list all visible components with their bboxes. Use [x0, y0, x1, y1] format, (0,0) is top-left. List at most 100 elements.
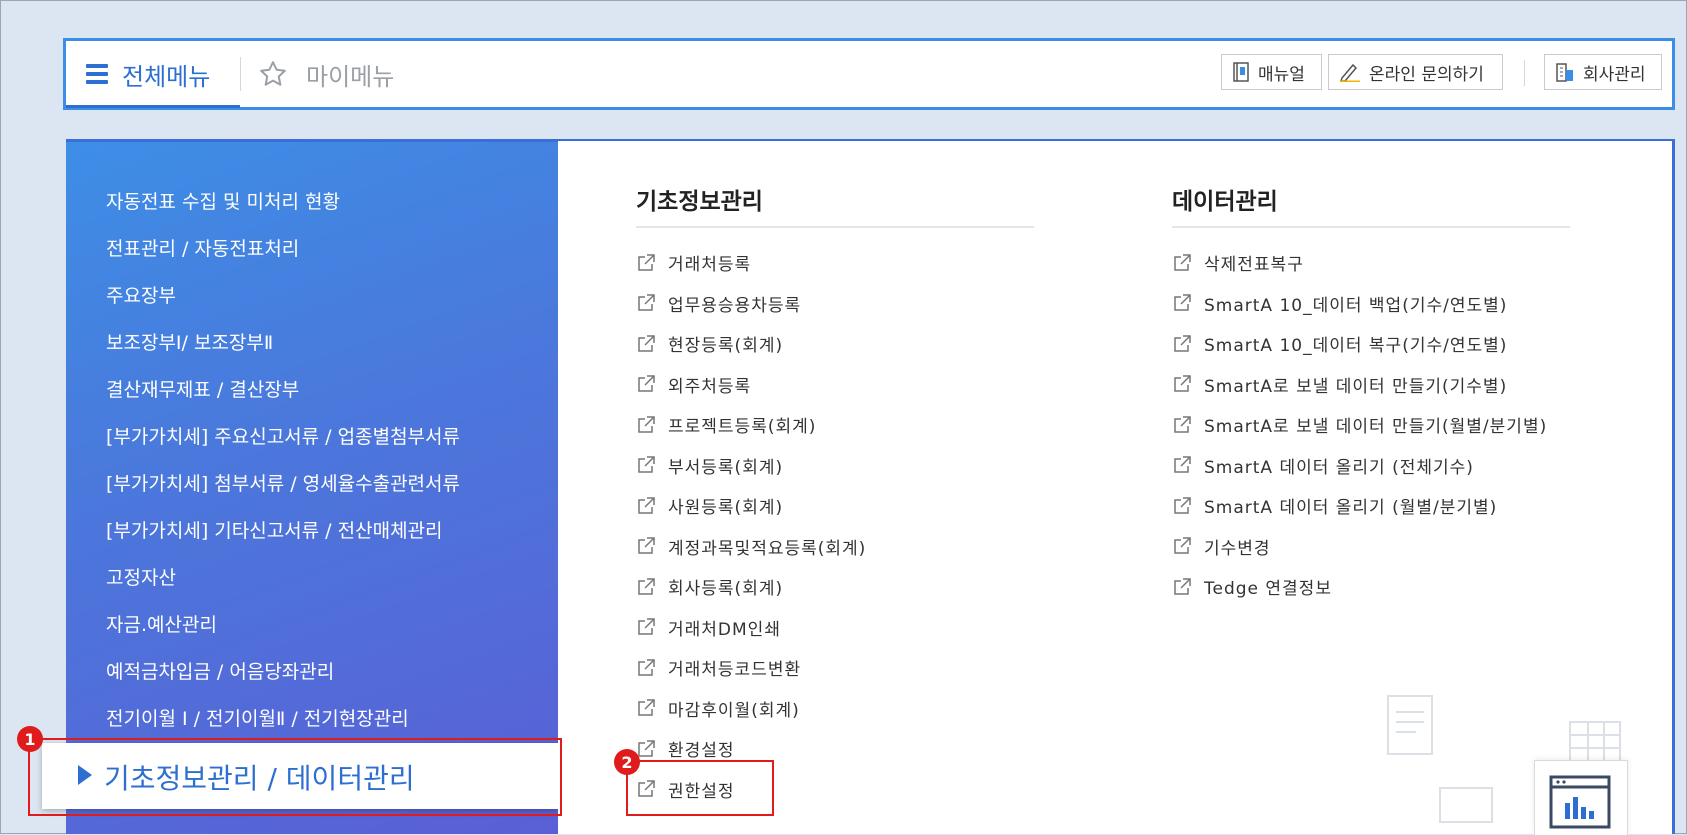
external-link-icon: [1174, 375, 1191, 392]
submenu-link-label: SmartA 데이터 올리기 (전체기수): [1204, 457, 1474, 478]
submenu-link[interactable]: 프로젝트등록(회계): [636, 412, 816, 437]
submenu-link-label: 마감후이월(회계): [668, 700, 800, 721]
submenu-link-label: 삭제전표복구: [1204, 255, 1304, 275]
left-menu-item[interactable]: 자동전표 수집 및 미처리 현황: [106, 187, 340, 214]
external-link-icon: [638, 456, 655, 473]
column-title-data-management: 데이터관리: [1172, 189, 1278, 215]
column-divider: [636, 226, 1034, 228]
left-menu-item[interactable]: 고정자산: [106, 563, 176, 590]
left-menu-item[interactable]: 결산재무제표 / 결산장부: [106, 375, 299, 402]
submenu-link[interactable]: 업무용승용차등록: [636, 291, 801, 316]
submenu-link-label: 업무용승용차등록: [668, 295, 802, 316]
submenu-link-label: 사원등록(회계): [668, 498, 784, 518]
step-badge-2: 2: [614, 749, 640, 775]
submenu-link-label: 외주처등록: [668, 376, 752, 397]
submenu-link[interactable]: 계정과목및적요등록(회계): [636, 534, 866, 559]
external-link-icon: [638, 415, 655, 433]
tab-my-menu-label: 마이메뉴: [306, 62, 395, 91]
column-divider: [1172, 226, 1570, 228]
submenu-link-label: Tedge 연결정보: [1204, 579, 1332, 599]
submenu-panel: [558, 141, 1675, 834]
submenu-link[interactable]: SmartA 10_데이터 복구(기수/연도별): [1172, 331, 1507, 356]
submenu-link-label: 기수변경: [1204, 538, 1271, 559]
building-icon: [1556, 63, 1573, 82]
left-menu-item[interactable]: 주요장부: [106, 281, 176, 308]
submenu-link-label: 프로젝트등록(회계): [668, 417, 817, 437]
chart-window-card: [1534, 760, 1628, 835]
external-link-icon: [638, 577, 655, 595]
tab-my-menu[interactable]: 마이메뉴: [258, 41, 418, 107]
step-badge-1: 1: [17, 726, 43, 752]
submenu-link[interactable]: 기수변경: [1172, 534, 1271, 559]
monitor-icon: [1439, 787, 1493, 823]
external-link-icon: [638, 294, 655, 311]
submenu-link-label: SmartA 데이터 올리기 (월별/분기별): [1204, 498, 1498, 518]
tab-all-menu[interactable]: 전체메뉴: [86, 41, 240, 107]
external-link-icon: [638, 618, 655, 635]
left-menu-item[interactable]: 자금.예산관리: [106, 610, 217, 637]
external-link-icon: [1174, 496, 1191, 514]
external-link-icon: [638, 739, 655, 757]
submenu-link[interactable]: 현장등록(회계): [636, 331, 783, 356]
submenu-link-label: 환경설정: [668, 741, 735, 761]
external-link-icon: [1174, 415, 1191, 433]
online-inquiry-label: 온라인 문의하기: [1369, 64, 1484, 85]
left-menu-item[interactable]: [부가가치세] 주요신고서류 / 업종별첨부서류: [106, 422, 460, 449]
online-inquiry-button[interactable]: 온라인 문의하기: [1328, 54, 1503, 90]
external-link-icon: [1174, 294, 1191, 311]
submenu-link[interactable]: 사원등록(회계): [636, 493, 783, 518]
tab-all-menu-label: 전체메뉴: [122, 62, 211, 91]
left-menu-item[interactable]: 예적금차입금 / 어음당좌관리: [106, 657, 334, 684]
submenu-link-label: 계정과목및적요등록(회계): [668, 538, 867, 559]
external-link-icon: [1174, 456, 1191, 473]
company-management-label: 회사관리: [1583, 64, 1646, 85]
submenu-link-label: SmartA 10_데이터 백업(기수/연도별): [1204, 295, 1508, 316]
submenu-link[interactable]: SmartA로 보낼 데이터 만들기(기수별): [1172, 372, 1507, 397]
left-menu-item[interactable]: 보조장부Ⅰ/ 보조장부Ⅱ: [106, 328, 273, 355]
toolbar-divider: [1524, 60, 1525, 86]
submenu-link[interactable]: 외주처등록: [636, 372, 751, 397]
left-menu-item[interactable]: [부가가치세] 첨부서류 / 영세율수출관련서류: [106, 469, 460, 496]
submenu-link[interactable]: 거래처등록: [636, 250, 751, 275]
left-menu-item[interactable]: [부가가치세] 기타신고서류 / 전산매체관리: [106, 516, 443, 543]
highlight-box-1: [28, 738, 562, 816]
submenu-link-label: SmartA 10_데이터 복구(기수/연도별): [1204, 336, 1508, 356]
company-management-button[interactable]: 회사관리: [1544, 54, 1662, 90]
notepad-icon: [1387, 695, 1433, 755]
left-category-panel: 자동전표 수집 및 미처리 현황 전표관리 / 자동전표처리 주요장부 보조장부…: [66, 141, 558, 834]
submenu-link[interactable]: 회사등록(회계): [636, 574, 783, 599]
external-link-icon: [1174, 253, 1191, 271]
book-icon: [1233, 62, 1249, 82]
submenu-link[interactable]: SmartA 데이터 올리기 (전체기수): [1172, 453, 1474, 478]
submenu-link-label: 회사등록(회계): [668, 579, 784, 599]
external-link-icon: [1174, 537, 1191, 554]
submenu-link[interactable]: Tedge 연결정보: [1172, 574, 1332, 599]
star-icon: [260, 61, 286, 86]
left-menu-item[interactable]: 전기이월 Ⅰ / 전기이월Ⅱ / 전기현장관리: [106, 704, 409, 731]
submenu-link-label: 거래처DM인쇄: [668, 619, 781, 640]
submenu-link[interactable]: 삭제전표복구: [1172, 250, 1304, 275]
submenu-link-label: 현장등록(회계): [668, 336, 784, 356]
external-link-icon: [638, 537, 655, 554]
submenu-link-label: 거래처등코드변환: [668, 660, 802, 680]
submenu-link[interactable]: 거래처DM인쇄: [636, 615, 781, 640]
highlight-box-2: [626, 760, 774, 816]
submenu-link[interactable]: 마감후이월(회계): [636, 696, 800, 721]
external-link-icon: [638, 699, 655, 716]
submenu-link-label: 거래처등록: [668, 255, 752, 275]
tab-divider: [240, 57, 241, 91]
submenu-link[interactable]: 부서등록(회계): [636, 453, 783, 478]
submenu-link[interactable]: SmartA 데이터 올리기 (월별/분기별): [1172, 493, 1497, 518]
manual-button[interactable]: 매뉴얼: [1221, 54, 1322, 90]
external-link-icon: [638, 334, 655, 352]
submenu-link[interactable]: 환경설정: [636, 736, 735, 761]
hamburger-icon: [86, 64, 108, 84]
left-menu-item[interactable]: 전표관리 / 자동전표처리: [106, 234, 299, 261]
table-grid-icon: [1569, 721, 1621, 763]
submenu-link[interactable]: SmartA 10_데이터 백업(기수/연도별): [1172, 291, 1507, 316]
external-link-icon: [638, 658, 655, 676]
submenu-link[interactable]: 거래처등코드변환: [636, 655, 801, 680]
submenu-link[interactable]: SmartA로 보낼 데이터 만들기(월별/분기별): [1172, 412, 1547, 437]
submenu-link-label: SmartA로 보낼 데이터 만들기(기수별): [1204, 376, 1508, 397]
active-tab-underline: [66, 105, 240, 108]
